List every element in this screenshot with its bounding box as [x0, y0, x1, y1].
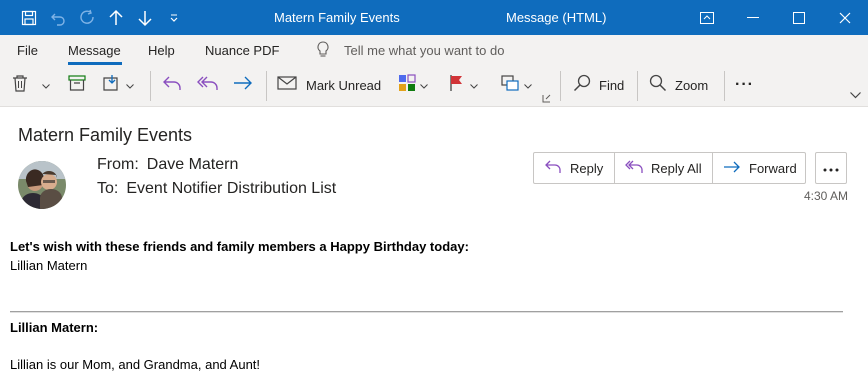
follow-up-button[interactable] [448, 71, 478, 99]
horizontal-rule [10, 311, 843, 313]
ribbon-forward-button[interactable] [232, 71, 254, 99]
save-icon[interactable] [18, 7, 40, 29]
reply-all-label: Reply All [651, 160, 702, 176]
ribbon-divider [637, 71, 638, 101]
archive-icon [68, 74, 86, 96]
from-line: From: Dave Matern [97, 156, 238, 174]
body-intro: Let's wish with these friends and family… [10, 239, 469, 254]
move-folder-icon [102, 74, 122, 97]
categorize-icon [398, 73, 416, 97]
reply-icon [544, 159, 562, 178]
tell-me-search[interactable]: Tell me what you want to do [344, 43, 504, 58]
mark-unread-button[interactable]: Mark Unread [276, 71, 381, 99]
delete-button[interactable] [12, 71, 50, 99]
more-commands-button[interactable]: ··· [735, 71, 754, 99]
ribbon-divider [560, 71, 561, 101]
window-mode: Message (HTML) [506, 10, 607, 25]
envelope-icon [276, 74, 298, 97]
more-actions-button[interactable] [815, 152, 847, 184]
chevron-down-icon[interactable] [420, 76, 428, 94]
reply-icon [162, 74, 182, 97]
chevron-down-icon[interactable] [524, 76, 532, 94]
window-title: Matern Family Events [274, 10, 400, 25]
chevron-down-icon[interactable] [470, 76, 478, 94]
ribbon-divider [724, 71, 725, 101]
recipient-name[interactable]: Event Notifier Distribution List [126, 180, 336, 197]
forward-icon [723, 159, 741, 178]
maximize-icon[interactable] [776, 0, 822, 35]
move-button[interactable] [102, 71, 134, 99]
tags-button[interactable] [500, 71, 532, 99]
ribbon-divider [150, 71, 151, 101]
to-label: To: [97, 180, 119, 197]
categorize-button[interactable] [398, 71, 428, 99]
reply-all-icon [197, 74, 219, 97]
search-icon [573, 74, 591, 97]
zoom-label: Zoom [675, 77, 709, 93]
tags-icon [500, 74, 520, 97]
zoom-icon [649, 74, 667, 97]
archive-button[interactable] [68, 71, 86, 99]
sender-avatar [18, 161, 66, 209]
menu-help[interactable]: Help [148, 43, 175, 58]
arrow-up-icon[interactable] [105, 7, 127, 29]
ribbon: Mark Unread Find Zoom ··· [0, 65, 868, 107]
menu-file[interactable]: File [17, 43, 38, 58]
reply-all-icon [625, 159, 643, 178]
lightbulb-icon [316, 41, 330, 59]
title-bar: Matern Family Events Message (HTML) [0, 0, 868, 35]
ribbon-reply-all-button[interactable] [197, 71, 219, 99]
more-dots-icon [823, 159, 839, 177]
to-line: To: Event Notifier Distribution List [97, 180, 336, 198]
chevron-down-icon[interactable] [126, 76, 134, 94]
ribbon-divider [266, 71, 267, 101]
body-name-line: Lillian Matern [10, 258, 88, 273]
body-section-heading: Lillian Matern: [10, 320, 99, 335]
arrow-down-icon[interactable] [134, 7, 156, 29]
ribbon-display-options-icon[interactable] [684, 0, 730, 35]
reply-button[interactable]: Reply [534, 153, 615, 183]
collapse-ribbon-icon[interactable] [850, 89, 861, 101]
reply-all-button[interactable]: Reply All [615, 153, 713, 183]
forward-icon [232, 74, 254, 97]
close-icon[interactable] [822, 0, 868, 35]
from-label: From: [97, 156, 139, 173]
body-section-text: Lillian is our Mom, and Grandma, and Aun… [10, 357, 261, 372]
menu-message[interactable]: Message [68, 43, 121, 58]
forward-button[interactable]: Forward [713, 153, 805, 183]
find-label: Find [599, 77, 625, 93]
sender-name[interactable]: Dave Matern [147, 156, 239, 173]
forward-label: Forward [749, 160, 797, 176]
reply-label: Reply [570, 160, 604, 176]
menu-nuance-pdf[interactable]: Nuance PDF [205, 43, 279, 58]
chevron-down-icon[interactable] [42, 76, 50, 94]
menu-bar: File Message Help Nuance PDF Tell me wha… [0, 35, 868, 65]
more-commands-label: ··· [735, 76, 754, 93]
ribbon-reply-button[interactable] [162, 71, 182, 99]
mark-unread-label: Mark Unread [306, 77, 382, 93]
redo-icon[interactable] [76, 7, 98, 29]
find-button[interactable]: Find [573, 71, 624, 99]
message-actions: Reply Reply All Forward [533, 152, 806, 184]
flag-icon [448, 74, 466, 97]
zoom-button[interactable]: Zoom [649, 71, 708, 99]
trash-icon [12, 74, 28, 97]
customize-toolbar-icon[interactable] [163, 7, 185, 29]
message-subject: Matern Family Events [18, 125, 193, 145]
minimize-icon[interactable] [730, 0, 776, 35]
undo-icon[interactable] [47, 7, 69, 29]
tags-dialog-launcher-icon[interactable] [542, 93, 551, 103]
message-time: 4:30 AM [804, 189, 849, 203]
